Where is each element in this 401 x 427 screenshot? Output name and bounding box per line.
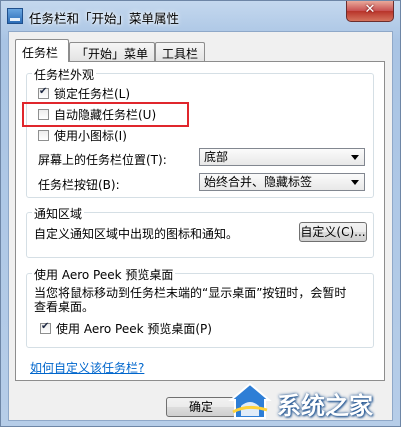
taskbar-position-select[interactable]: 底部 [199, 148, 365, 166]
watermark-text: 系统之家 [277, 392, 373, 420]
checkbox-box [38, 86, 49, 99]
house-logo-icon [228, 382, 272, 419]
aero-peek-description-line2: 查看桌面。 [34, 300, 95, 314]
dropdown-arrow-icon [351, 155, 359, 160]
tab-toolbars[interactable]: 工具栏 [155, 42, 205, 61]
notification-description: 自定义通知区域中出现的图标和通知。 [34, 227, 239, 241]
taskbar-buttons-label: 任务栏按钮(B): [38, 178, 120, 192]
dropdown-arrow-icon [351, 180, 359, 185]
group-label-appearance: 任务栏外观 [32, 66, 97, 83]
tab-start-menu[interactable]: 「开始」菜单 [69, 42, 155, 61]
group-label-aero-peek: 使用 Aero Peek 预览桌面 [32, 266, 176, 283]
checkbox-box [40, 321, 51, 334]
checkbox-box [38, 130, 49, 141]
taskbar-buttons-select[interactable]: 始终合并、隐藏标签 [199, 173, 365, 191]
ok-button[interactable]: 确定 [166, 397, 236, 417]
customize-button[interactable]: 自定义(C)... [299, 222, 367, 242]
aero-peek-checkbox[interactable]: 使用 Aero Peek 预览桌面(P) [40, 320, 212, 337]
tab-taskbar[interactable]: 任务栏 [15, 39, 69, 62]
close-button[interactable]: ✕ [346, 1, 394, 22]
properties-window: 任务栏和「开始」菜单属性 ✕ 任务栏 「开始」菜单 工具栏 任务栏外观 锁定任务… [0, 0, 401, 427]
taskbar-position-value: 底部 [204, 150, 229, 164]
lock-taskbar-checkbox[interactable]: 锁定任务栏(L) [38, 85, 130, 102]
taskbar-position-label: 屏幕上的任务栏位置(T): [38, 153, 167, 167]
lock-taskbar-label: 锁定任务栏(L) [54, 87, 131, 101]
small-icons-label: 使用小图标(I) [54, 129, 127, 143]
help-link[interactable]: 如何自定义该任务栏? [30, 359, 144, 376]
taskbar-buttons-value: 始终合并、隐藏标签 [204, 175, 313, 189]
aero-peek-label: 使用 Aero Peek 预览桌面(P) [56, 322, 212, 336]
highlight-box [22, 102, 189, 127]
window-title: 任务栏和「开始」菜单属性 [29, 11, 180, 26]
dialog-client: 任务栏 「开始」菜单 工具栏 任务栏外观 锁定任务栏(L) 自动隐藏任务栏(U)… [8, 31, 393, 421]
taskbar-app-icon [7, 8, 23, 24]
group-label-notification: 通知区域 [32, 205, 85, 222]
title-bar[interactable]: 任务栏和「开始」菜单属性 ✕ [1, 1, 400, 31]
small-icons-checkbox[interactable]: 使用小图标(I) [38, 127, 127, 144]
watermark: 系统之家 [227, 378, 397, 424]
